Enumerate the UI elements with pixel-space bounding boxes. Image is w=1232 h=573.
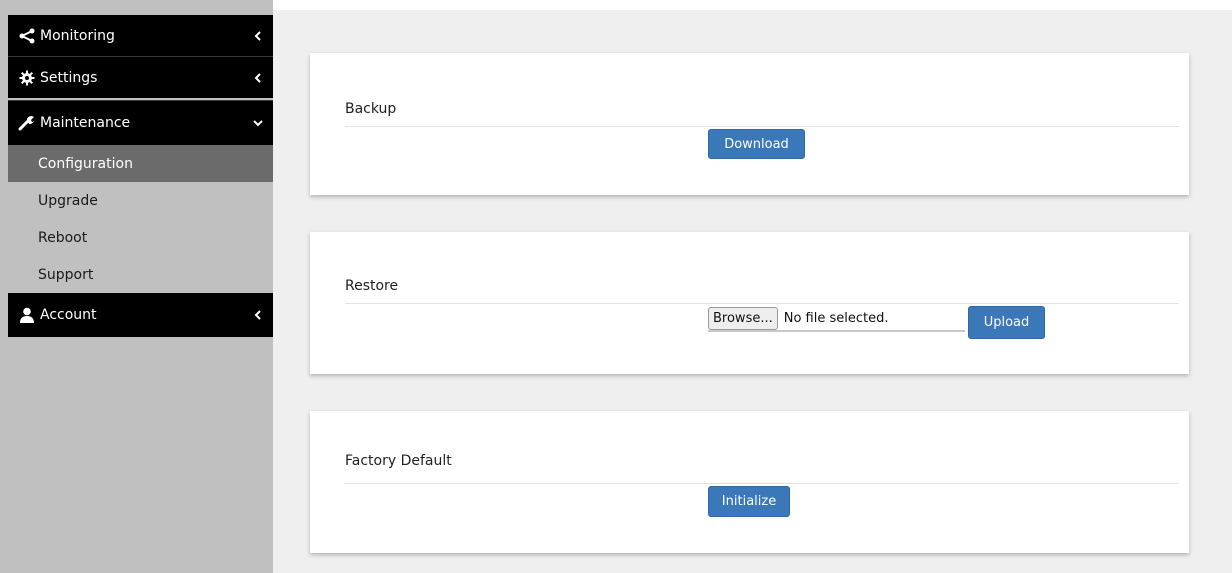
sidebar-item-reboot[interactable]: Reboot bbox=[8, 219, 273, 256]
sidebar-item-label: Settings bbox=[40, 69, 98, 86]
divider bbox=[345, 126, 1179, 127]
wrench-icon bbox=[18, 114, 36, 132]
sidebar-item-label: Maintenance bbox=[40, 115, 131, 131]
file-input[interactable]: Browse... No file selected. bbox=[708, 306, 965, 332]
upload-button[interactable]: Upload bbox=[968, 306, 1045, 339]
panel-title: Backup bbox=[345, 101, 397, 117]
chevron-left-icon bbox=[243, 30, 273, 41]
chevron-left-icon bbox=[243, 310, 273, 320]
sidebar-item-support[interactable]: Support bbox=[8, 256, 273, 293]
sidebar-item-label: Account bbox=[40, 307, 97, 323]
divider bbox=[345, 303, 1179, 304]
browse-button[interactable]: Browse... bbox=[708, 306, 778, 330]
sidebar-item-account[interactable]: Account bbox=[8, 293, 273, 337]
initialize-button[interactable]: Initialize bbox=[708, 486, 790, 517]
main-content: Backup Download Restore Browse... No fil… bbox=[273, 10, 1232, 573]
share-icon bbox=[18, 27, 36, 45]
factory-default-panel: Factory Default Initialize bbox=[310, 411, 1189, 553]
user-icon bbox=[18, 306, 36, 324]
sidebar-item-settings[interactable]: Settings bbox=[8, 57, 273, 98]
restore-panel: Restore Browse... No file selected. Uplo… bbox=[310, 232, 1189, 374]
sidebar-item-upgrade[interactable]: Upgrade bbox=[8, 182, 273, 219]
sidebar-item-monitoring[interactable]: Monitoring bbox=[8, 15, 273, 56]
download-button[interactable]: Download bbox=[708, 129, 805, 159]
gear-icon bbox=[18, 69, 36, 87]
file-status: No file selected. bbox=[783, 310, 889, 326]
backup-panel: Backup Download bbox=[310, 53, 1189, 195]
sidebar-item-configuration[interactable]: Configuration bbox=[8, 145, 273, 182]
divider bbox=[345, 483, 1179, 484]
panel-title: Factory Default bbox=[345, 453, 452, 469]
chevron-down-icon bbox=[243, 119, 273, 127]
sidebar-item-label: Monitoring bbox=[40, 27, 115, 44]
chevron-left-icon bbox=[243, 72, 273, 83]
sidebar-item-maintenance[interactable]: Maintenance bbox=[8, 101, 273, 145]
panel-title: Restore bbox=[345, 278, 399, 294]
sidebar: Monitoring Settings Maintenance Configur… bbox=[0, 0, 273, 573]
